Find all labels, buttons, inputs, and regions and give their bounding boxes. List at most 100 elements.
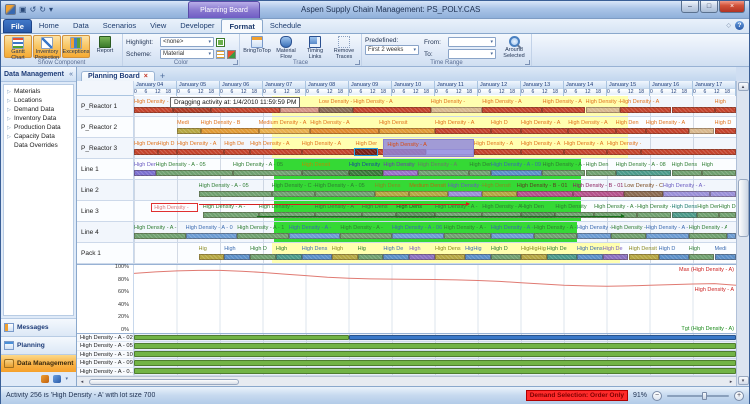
activity-bar[interactable] [620, 107, 672, 113]
scrollbar-thumb[interactable] [738, 179, 749, 237]
app-icon[interactable] [5, 4, 16, 15]
sidebar-item-data-overrides[interactable]: Data Overrides [4, 141, 73, 150]
planning-board-tab[interactable]: Planning Board × [81, 71, 155, 81]
activity-bar[interactable] [289, 233, 341, 239]
collapse-panel-icon[interactable]: « [69, 71, 73, 78]
activity-bar[interactable] [521, 128, 568, 134]
activity-bar[interactable] [448, 191, 482, 197]
vertical-scrollbar[interactable]: ▴ ▾ [736, 81, 749, 386]
activity-bar[interactable] [250, 149, 302, 155]
highlight-options-icon[interactable] [216, 38, 225, 47]
activity-bar[interactable] [482, 191, 516, 197]
activity-bar[interactable] [555, 212, 594, 218]
activity-bar[interactable] [392, 233, 444, 239]
close-tab-icon[interactable]: × [144, 73, 148, 80]
activity-bar[interactable] [362, 212, 396, 218]
scroll-up-icon[interactable]: ▴ [738, 82, 749, 91]
activity-bar[interactable] [332, 254, 358, 260]
scroll-right-icon[interactable]: ▸ [726, 379, 736, 385]
activity-bar[interactable] [491, 233, 534, 239]
activity-bar[interactable] [340, 233, 392, 239]
activity-bar[interactable] [396, 212, 435, 218]
drag-ghost[interactable]: High Density - A [383, 139, 473, 157]
new-tab-icon[interactable]: + [160, 71, 165, 81]
activity-bar[interactable] [491, 254, 521, 260]
save-icon[interactable]: ▣ [19, 5, 27, 15]
zoom-in-button[interactable]: + [734, 391, 744, 401]
gantt-chart-button[interactable]: Gantt Chart [4, 35, 32, 58]
dialog-launcher-icon[interactable] [355, 60, 360, 65]
activity-bar[interactable] [302, 170, 349, 176]
activity-bar[interactable] [603, 254, 629, 260]
activity-bar[interactable] [431, 107, 483, 113]
nav-button-messages[interactable]: Messages [1, 318, 76, 336]
from-select[interactable]: ▾ [448, 37, 496, 47]
activity-bar[interactable] [201, 128, 259, 134]
around-selected-button[interactable]: Around Selected [500, 35, 528, 58]
chevron-down-icon[interactable]: ▾ [65, 376, 68, 382]
activity-bar[interactable] [134, 107, 173, 113]
report-button[interactable]: Report [91, 35, 119, 58]
activity-bar[interactable] [302, 254, 332, 260]
highlight-select[interactable]: <none> ▾ [160, 37, 214, 47]
overview-bar[interactable] [134, 343, 736, 349]
activity-bar[interactable] [315, 191, 375, 197]
panel-options-icon[interactable] [53, 375, 61, 383]
ribbon-tab-schedule[interactable]: Schedule [263, 19, 308, 33]
activity-bar[interactable] [134, 170, 156, 176]
zoom-slider[interactable] [667, 395, 729, 397]
overview-bar[interactable] [134, 360, 736, 366]
activity-bar[interactable] [689, 128, 715, 134]
activity-bar[interactable] [418, 170, 470, 176]
activity-bar[interactable] [672, 212, 698, 218]
activity-bar[interactable] [375, 191, 409, 197]
bringtotop-button[interactable]: BringToTop [243, 35, 271, 58]
activity-bar[interactable] [199, 191, 272, 197]
scroll-down-icon[interactable]: ▾ [738, 376, 749, 385]
sidebar-item-inventory-data[interactable]: ▷Inventory Data [4, 114, 73, 123]
activity-bar[interactable] [710, 191, 736, 197]
activity-bar[interactable] [517, 191, 573, 197]
activity-bar[interactable] [409, 254, 435, 260]
activity-bar[interactable] [573, 191, 625, 197]
activity-bar[interactable] [310, 128, 379, 134]
sidebar-item-locations[interactable]: ▷Locations [4, 96, 73, 105]
activity-bar[interactable] [715, 107, 737, 113]
activity-bar[interactable] [577, 233, 611, 239]
activity-bar[interactable] [203, 212, 259, 218]
activity-bar[interactable] [715, 254, 737, 260]
activity-bar[interactable] [224, 254, 250, 260]
activity-bar[interactable] [577, 254, 603, 260]
activity-bar[interactable] [491, 128, 521, 134]
activity-bar[interactable] [358, 254, 384, 260]
activity-bar[interactable] [319, 107, 353, 113]
activity-bar[interactable] [586, 170, 616, 176]
activity-bar[interactable] [564, 149, 607, 155]
expand-icon[interactable]: ▷ [7, 116, 12, 122]
activity-bar[interactable] [629, 254, 659, 260]
activity-bar[interactable] [689, 254, 715, 260]
activity-bar[interactable] [697, 212, 719, 218]
activity-bar[interactable] [646, 128, 689, 134]
expand-icon[interactable]: ▷ [7, 125, 12, 131]
close-button[interactable]: × [719, 1, 745, 13]
scroll-left-icon[interactable]: ◂ [77, 379, 87, 385]
timing-links-button[interactable]: Timing Links [301, 35, 329, 58]
activity-bar[interactable] [250, 254, 276, 260]
activity-bar[interactable] [134, 149, 158, 155]
predefined-select[interactable]: First 2 weeks ▾ [365, 45, 419, 55]
undo-icon[interactable]: ↺ [30, 5, 37, 15]
activity-bar[interactable] [659, 254, 689, 260]
activity-bar[interactable] [568, 128, 615, 134]
activity-bar[interactable] [315, 212, 362, 218]
activity-bar[interactable] [641, 149, 736, 155]
activity-bar[interactable] [689, 233, 728, 239]
activity-bar[interactable] [199, 254, 225, 260]
activity-bar[interactable] [233, 170, 302, 176]
activity-bar[interactable] [542, 170, 585, 176]
activity-bar[interactable] [715, 128, 737, 134]
scheme-options-icon[interactable] [227, 50, 236, 59]
help-icon[interactable]: ? [735, 21, 744, 30]
nav-button-planning[interactable]: Planning [1, 336, 76, 354]
redo-icon[interactable]: ↻ [39, 5, 46, 15]
